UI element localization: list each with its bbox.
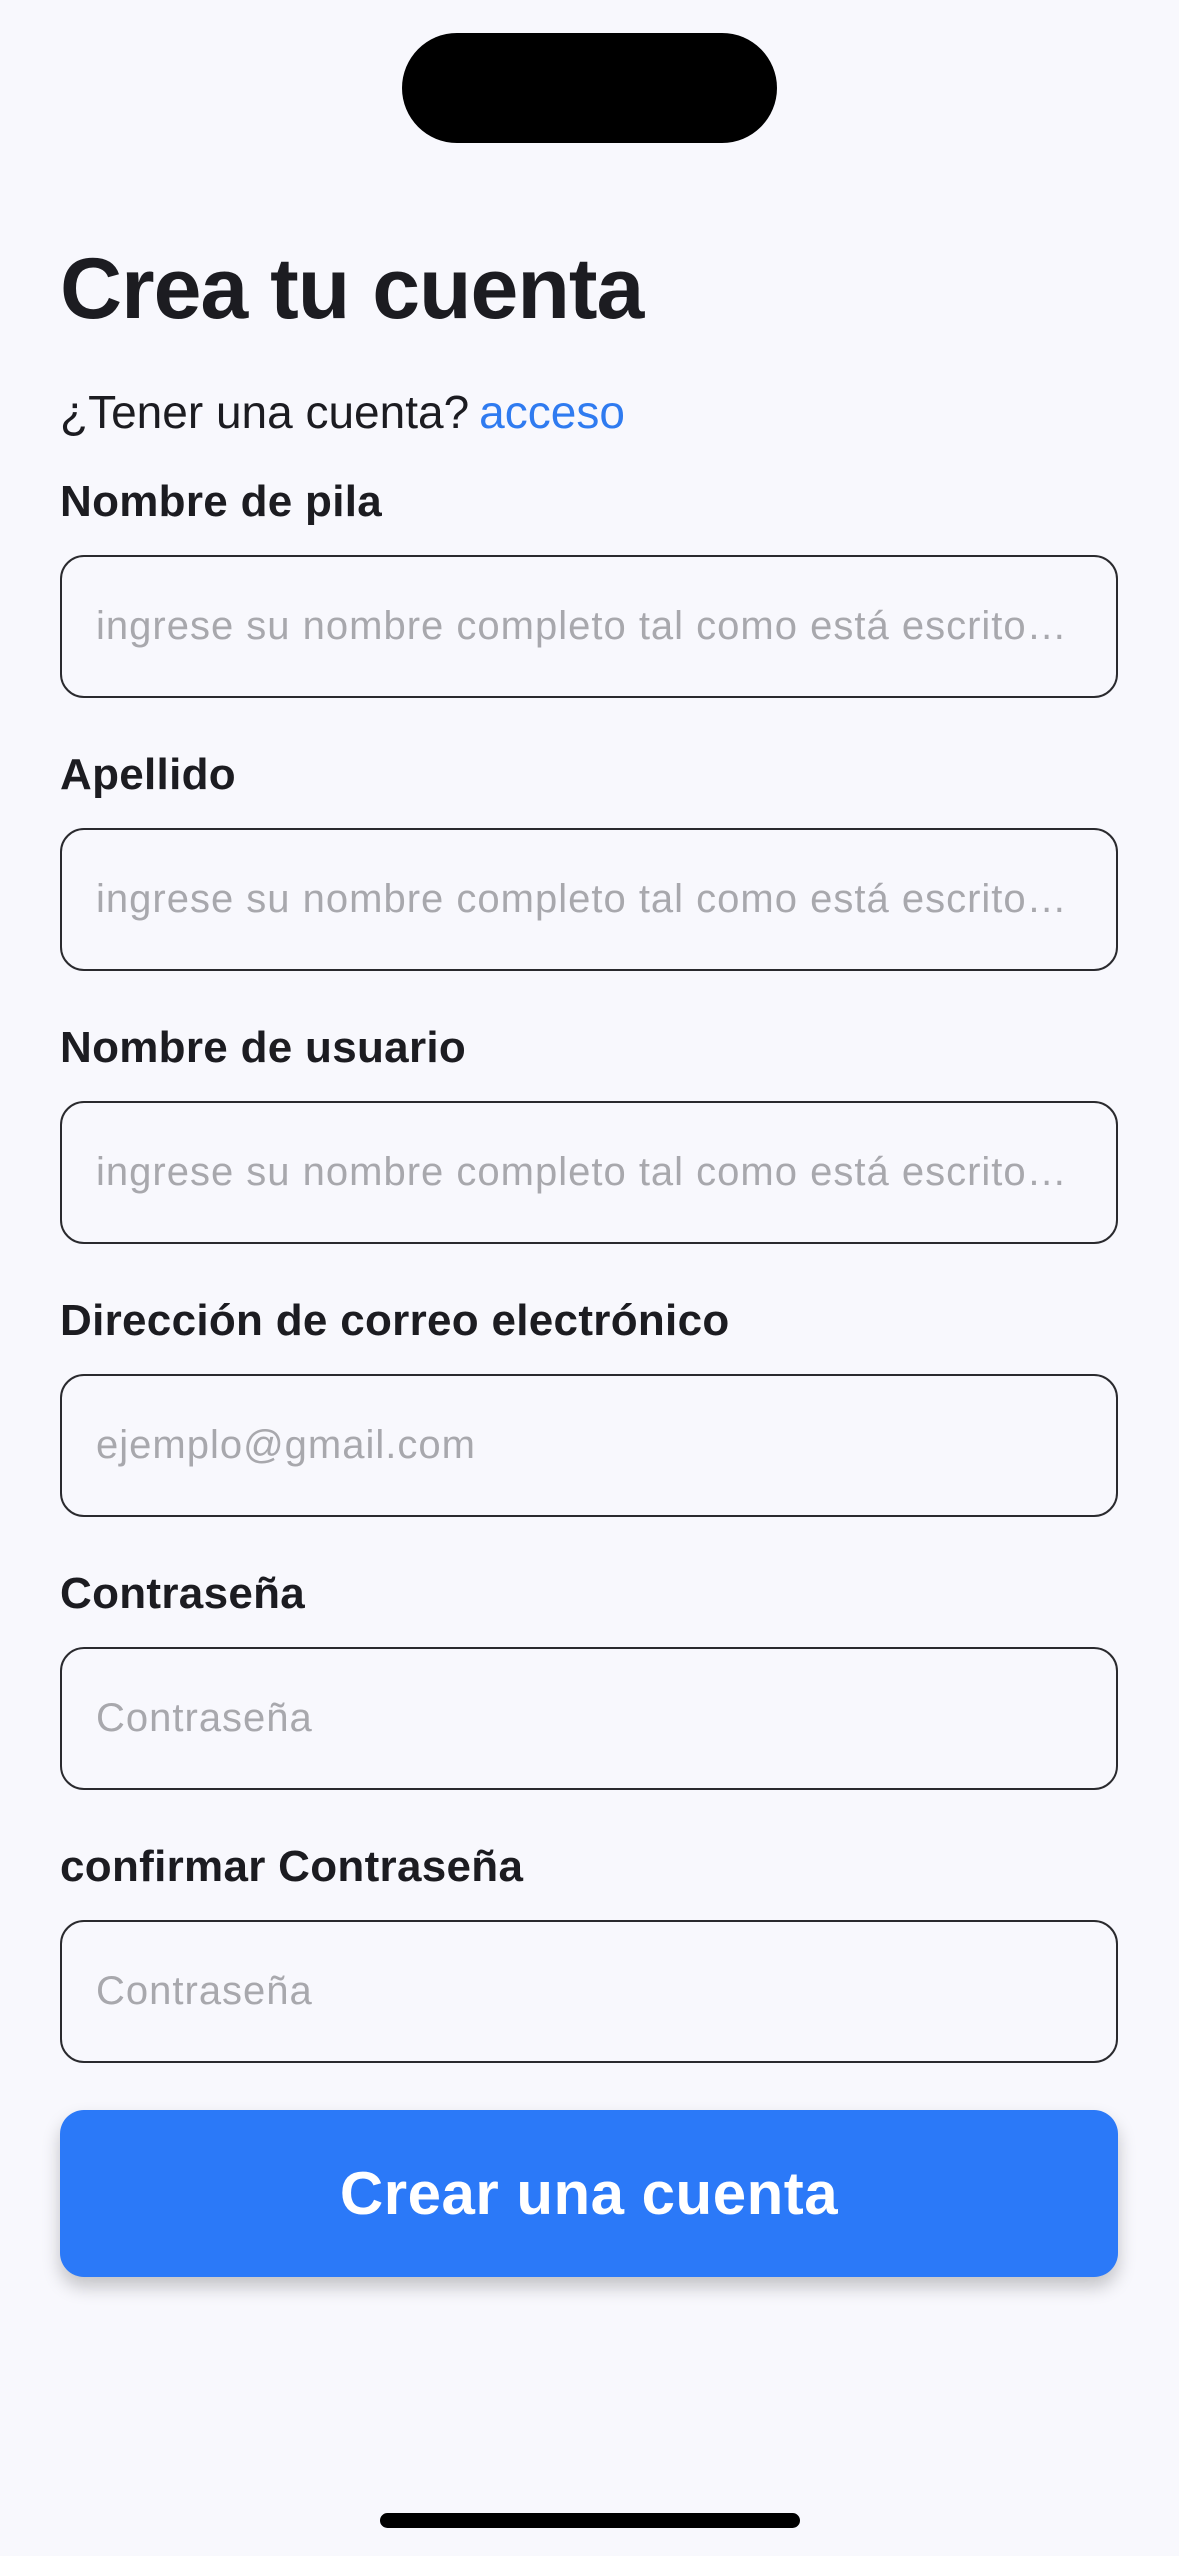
page-title: Crea tu cuenta [60,241,644,337]
create-account-screen: Crea tu cuenta ¿Tener una cuenta? acceso … [0,0,1179,2556]
login-link[interactable]: acceso [479,386,625,438]
home-indicator[interactable] [380,2513,800,2528]
username-label: Nombre de usuario [60,1023,467,1072]
first-name-input[interactable] [60,555,1118,698]
login-prompt-text: ¿Tener una cuenta? [60,386,470,438]
last-name-label: Apellido [60,750,236,799]
username-input[interactable] [60,1101,1118,1244]
email-input[interactable] [60,1374,1118,1517]
confirm-password-input[interactable] [60,1920,1118,2063]
email-label: Dirección de correo electrónico [60,1296,730,1345]
password-input[interactable] [60,1647,1118,1790]
password-label: Contraseña [60,1569,306,1618]
confirm-password-label: confirmar Contraseña [60,1842,524,1891]
create-account-button[interactable]: Crear una cuenta [60,2110,1118,2277]
dynamic-island [402,33,777,143]
last-name-input[interactable] [60,828,1118,971]
first-name-label: Nombre de pila [60,477,383,526]
login-prompt-row: ¿Tener una cuenta? acceso [60,382,625,442]
